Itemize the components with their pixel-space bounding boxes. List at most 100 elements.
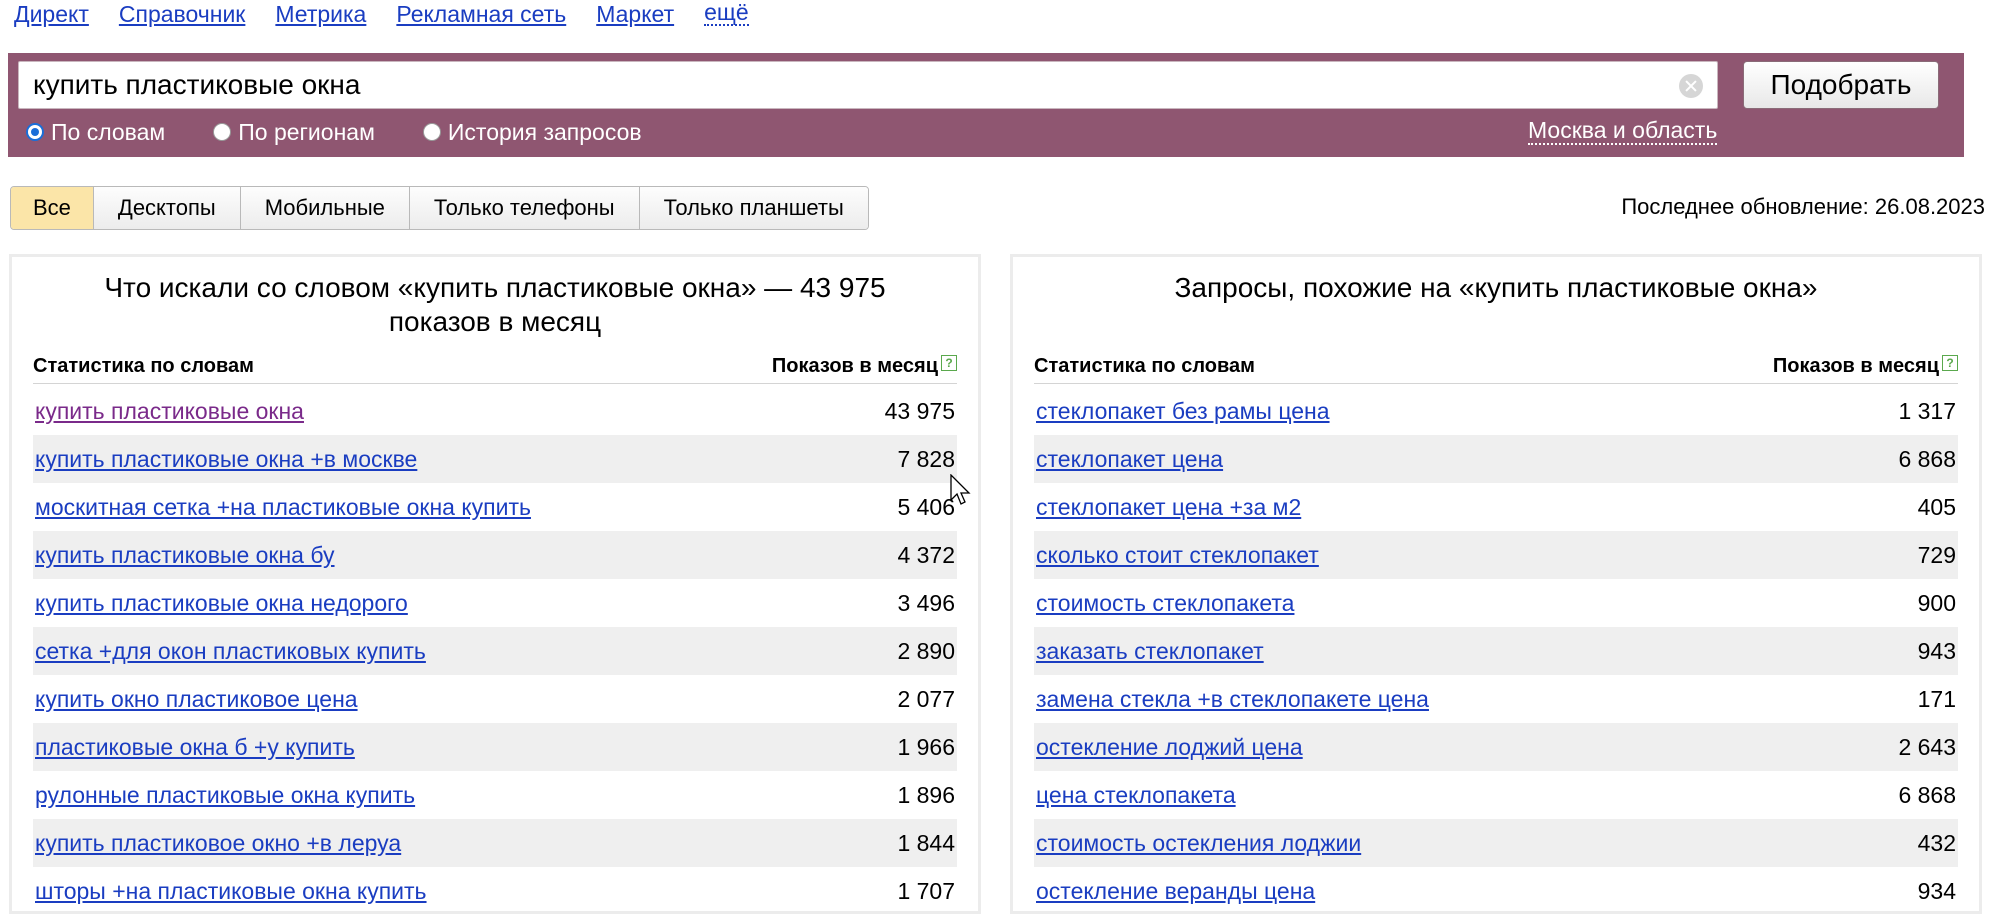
search-box bbox=[18, 61, 1718, 109]
table-row: москитная сетка +на пластиковые окна куп… bbox=[33, 483, 957, 531]
table-row: остекление веранды цена 934 bbox=[1034, 867, 1958, 915]
query-link[interactable]: купить пластиковые окна bbox=[35, 398, 304, 425]
top-nav: Директ Справочник Метрика Рекламная сеть… bbox=[14, 0, 779, 30]
radio-by-words[interactable]: По словам bbox=[26, 119, 165, 145]
help-icon[interactable]: ? bbox=[941, 354, 957, 371]
query-link[interactable]: купить окно пластиковое цена bbox=[35, 686, 358, 713]
table-row: стеклопакет без рамы цена 1 317 bbox=[1034, 387, 1958, 435]
query-link[interactable]: остекление веранды цена bbox=[1036, 878, 1315, 905]
impressions-count: 43 975 bbox=[884, 397, 955, 424]
right-rows: стеклопакет без рамы цена 1 317 стеклопаке… bbox=[1034, 387, 1958, 915]
col-query-header: Статистика по словам bbox=[33, 354, 254, 377]
radio-unchecked-icon bbox=[213, 123, 232, 141]
query-link[interactable]: стеклопакет без рамы цена bbox=[1036, 398, 1330, 425]
impressions-count: 4 372 bbox=[897, 541, 955, 568]
col-count-header: Показов в месяц? bbox=[771, 354, 957, 378]
query-link[interactable]: купить пластиковое окно +в леруа bbox=[35, 830, 401, 857]
last-update: Последнее обновление: 26.08.2023 bbox=[1621, 194, 1985, 219]
region-link[interactable]: Москва и область bbox=[1528, 117, 1718, 145]
query-link[interactable]: рулонные пластиковые окна купить bbox=[35, 782, 415, 809]
table-row: купить окно пластиковое цена 2 077 bbox=[33, 675, 957, 723]
tab-mobile[interactable]: Мобильные bbox=[239, 187, 409, 229]
impressions-count: 3 496 bbox=[897, 589, 955, 616]
query-link[interactable]: купить пластиковые окна бу bbox=[35, 542, 335, 569]
table-header: Статистика по словам Показов в месяц? bbox=[33, 349, 957, 384]
table-row: стоимость стеклопакета 900 bbox=[1034, 579, 1958, 627]
nav-metrika-link[interactable]: Метрика bbox=[275, 0, 366, 30]
impressions-count: 7 828 bbox=[897, 445, 955, 472]
query-link[interactable]: замена стекла +в стеклопакете цена bbox=[1036, 686, 1429, 713]
impressions-count: 729 bbox=[1917, 541, 1956, 568]
search-input[interactable] bbox=[19, 62, 1659, 108]
impressions-count: 1 707 bbox=[897, 877, 955, 904]
table-row: купить пластиковое окно +в леруа 1 844 bbox=[33, 819, 957, 867]
query-link[interactable]: сетка +для окон пластиковых купить bbox=[35, 638, 426, 665]
table-row: замена стекла +в стеклопакете цена 171 bbox=[1034, 675, 1958, 723]
table-row: сколько стоит стеклопакет 729 bbox=[1034, 531, 1958, 579]
table-row: пластиковые окна б +у купить 1 966 bbox=[33, 723, 957, 771]
panel-title: Что искали со словом «купить пластиковые… bbox=[104, 272, 886, 337]
table-row: сетка +для окон пластиковых купить 2 890 bbox=[33, 627, 957, 675]
table-row: стеклопакет цена +за м2 405 bbox=[1034, 483, 1958, 531]
impressions-count: 5 406 bbox=[897, 493, 955, 520]
left-rows: купить пластиковые окна 43 975 купить плас… bbox=[33, 387, 957, 915]
table-row: рулонные пластиковые окна купить 1 896 bbox=[33, 771, 957, 819]
tab-desktops[interactable]: Десктопы bbox=[92, 187, 240, 229]
submit-button[interactable]: Подобрать bbox=[1743, 61, 1939, 109]
help-icon[interactable]: ? bbox=[1942, 354, 1958, 371]
query-link[interactable]: стеклопакет цена +за м2 bbox=[1036, 494, 1301, 521]
search-mode-radios: По словам По регионам История запросов bbox=[26, 119, 690, 145]
query-link[interactable]: стеклопакет цена bbox=[1036, 446, 1223, 473]
query-link[interactable]: шторы +на пластиковые окна купить bbox=[35, 878, 427, 905]
table-row: заказать стеклопакет 943 bbox=[1034, 627, 1958, 675]
col-count-header: Показов в месяц? bbox=[1772, 354, 1958, 378]
query-link[interactable]: стоимость стеклопакета bbox=[1036, 590, 1294, 617]
tab-tablets-only[interactable]: Только планшеты bbox=[638, 187, 868, 229]
radio-checked-icon bbox=[26, 123, 44, 141]
table-row: купить пластиковые окна бу 4 372 bbox=[33, 531, 957, 579]
impressions-count: 6 868 bbox=[1898, 781, 1956, 808]
table-row: купить пластиковые окна 43 975 bbox=[33, 387, 957, 435]
impressions-count: 2 890 bbox=[897, 637, 955, 664]
nav-market-link[interactable]: Маркет bbox=[596, 0, 674, 30]
impressions-count: 405 bbox=[1917, 493, 1956, 520]
table-row: купить пластиковые окна +в москве 7 828 bbox=[33, 435, 957, 483]
query-link[interactable]: цена стеклопакета bbox=[1036, 782, 1236, 809]
impressions-count: 1 844 bbox=[897, 829, 955, 856]
impressions-count: 6 868 bbox=[1898, 445, 1956, 472]
table-header: Статистика по словам Показов в месяц? bbox=[1034, 349, 1958, 384]
impressions-count: 2 643 bbox=[1898, 733, 1956, 760]
query-link[interactable]: москитная сетка +на пластиковые окна куп… bbox=[35, 494, 531, 521]
query-link[interactable]: остекление лоджий цена bbox=[1036, 734, 1303, 761]
query-link[interactable]: пластиковые окна б +у купить bbox=[35, 734, 355, 761]
impressions-count: 934 bbox=[1917, 877, 1956, 904]
query-link[interactable]: купить пластиковые окна недорого bbox=[35, 590, 408, 617]
nav-more-link[interactable]: ещё bbox=[704, 0, 749, 26]
table-row: остекление лоджий цена 2 643 bbox=[1034, 723, 1958, 771]
impressions-count: 432 bbox=[1917, 829, 1956, 856]
mouse-cursor-icon bbox=[950, 474, 971, 505]
impressions-count: 2 077 bbox=[897, 685, 955, 712]
nav-direct-link[interactable]: Директ bbox=[14, 0, 89, 30]
query-link[interactable]: заказать стеклопакет bbox=[1036, 638, 1264, 665]
impressions-count: 943 bbox=[1917, 637, 1956, 664]
query-link[interactable]: сколько стоит стеклопакет bbox=[1036, 542, 1319, 569]
impressions-count: 171 bbox=[1917, 685, 1956, 712]
device-tabs: Все Десктопы Мобильные Только телефоны Т… bbox=[10, 186, 869, 230]
impressions-count: 1 966 bbox=[897, 733, 955, 760]
query-link[interactable]: стоимость остекления лоджии bbox=[1036, 830, 1361, 857]
nav-ad-network-link[interactable]: Рекламная сеть bbox=[396, 0, 566, 30]
table-row: стеклопакет цена 6 868 bbox=[1034, 435, 1958, 483]
col-query-header: Статистика по словам bbox=[1034, 354, 1255, 377]
nav-spravochnik-link[interactable]: Справочник bbox=[119, 0, 246, 30]
col-count-label: Показов в месяц bbox=[771, 354, 938, 377]
table-row: шторы +на пластиковые окна купить 1 707 bbox=[33, 867, 957, 915]
tab-all[interactable]: Все bbox=[11, 187, 93, 229]
col-count-label: Показов в месяц bbox=[1772, 354, 1939, 377]
radio-query-history[interactable]: История запросов bbox=[422, 119, 642, 145]
impressions-count: 1 317 bbox=[1898, 397, 1956, 424]
clear-icon[interactable] bbox=[1679, 74, 1703, 98]
tab-phones-only[interactable]: Только телефоны bbox=[408, 187, 639, 229]
query-link[interactable]: купить пластиковые окна +в москве bbox=[35, 446, 417, 473]
radio-by-regions[interactable]: По регионам bbox=[213, 119, 375, 145]
